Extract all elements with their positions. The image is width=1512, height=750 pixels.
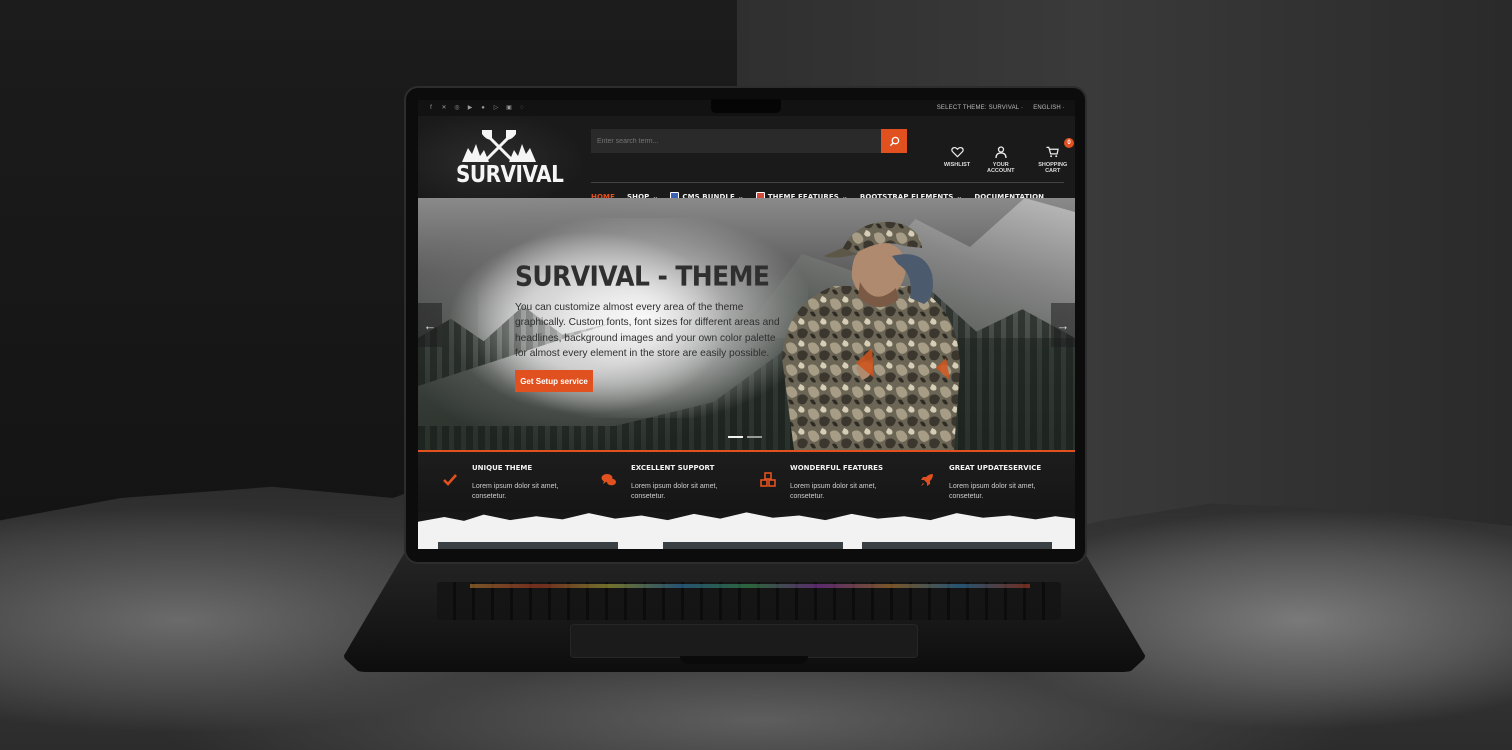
language-selector[interactable]: ENGLISH · <box>1033 105 1065 111</box>
features-strip: UNIQUE THEME Lorem ipsum dolor sit amet,… <box>418 450 1075 512</box>
cart-label: SHOPPING CART <box>1038 162 1068 174</box>
header-actions: WISHLIST YOUR ACCOUNT SHOPPING CART 0 <box>943 138 1075 174</box>
laptop-trackpad <box>570 624 918 658</box>
hero-title: SURVIVAL - THEME <box>515 260 770 292</box>
feature-text: Lorem ipsum dolor sit amet, consetetur. <box>631 483 718 500</box>
facebook-icon[interactable]: f <box>428 105 434 111</box>
google-play-icon[interactable]: ▷ <box>493 105 499 111</box>
feature-text: Lorem ipsum dolor sit amet, consetetur. <box>949 483 1036 500</box>
search-icon <box>889 136 899 146</box>
account-label: YOUR ACCOUNT <box>986 162 1015 174</box>
product-card[interactable] <box>438 542 618 549</box>
product-cards-peek <box>438 542 1058 549</box>
search-input[interactable] <box>591 129 881 153</box>
rocket-icon <box>921 474 933 486</box>
arrow-right-icon: → <box>1056 317 1070 333</box>
cubes-icon <box>760 472 776 487</box>
logo-wordmark: SURVIVAL <box>456 160 564 188</box>
instagram-icon[interactable]: ◎ <box>454 105 460 111</box>
product-card[interactable] <box>663 542 843 549</box>
wishlist-label: WISHLIST <box>943 162 971 168</box>
user-icon <box>995 146 1007 158</box>
checkmark-icon <box>443 474 457 486</box>
slider-dots <box>728 436 762 438</box>
theme-selector[interactable]: SELECT THEME: SURVIVAL · <box>937 105 1024 111</box>
x-icon[interactable]: ✕ <box>441 105 447 111</box>
camera-notch <box>711 99 781 113</box>
hero-model-image <box>782 221 960 450</box>
slider-next-button[interactable]: → <box>1051 303 1075 347</box>
feature-title: WONDERFUL FEATURES <box>790 464 883 472</box>
hero-description: You can customize almost every area of t… <box>515 302 780 360</box>
twitch-icon[interactable]: ▣ <box>506 105 512 111</box>
feature-text: Lorem ipsum dolor sit amet, consetetur. <box>472 483 559 500</box>
site-header: SURVIVAL WISHLIST <box>418 116 1075 201</box>
slider-dot[interactable] <box>728 436 743 438</box>
apple-icon[interactable]: ● <box>480 105 486 111</box>
website-screen: f ✕ ◎ ▶ ● ▷ ▣ ◌ SELECT THEME: SURVIVAL ·… <box>418 100 1075 549</box>
chat-bubbles-icon <box>601 474 616 486</box>
feature-text: Lorem ipsum dolor sit amet, consetetur. <box>790 483 877 500</box>
arrow-left-icon: ← <box>423 317 437 333</box>
keyboard-reflection <box>470 584 1030 588</box>
get-setup-service-button[interactable]: Get Setup service <box>515 370 593 392</box>
crossed-axes-icon <box>462 130 536 162</box>
cart-count-badge: 0 <box>1064 138 1074 148</box>
hero-slider: SURVIVAL - THEME You can customize almos… <box>418 198 1075 450</box>
slider-dot[interactable] <box>747 436 762 438</box>
product-card[interactable] <box>862 542 1052 549</box>
wishlist-button[interactable]: WISHLIST <box>943 146 971 174</box>
feature-title: EXCELLENT SUPPORT <box>631 464 715 472</box>
site-logo[interactable]: SURVIVAL <box>456 128 564 188</box>
feature-title: GREAT UPDATESERVICE <box>949 464 1042 472</box>
heart-icon <box>950 146 964 158</box>
feature-title: UNIQUE THEME <box>472 464 533 472</box>
youtube-icon[interactable]: ▶ <box>467 105 473 111</box>
slider-prev-button[interactable]: ← <box>418 303 442 347</box>
header-divider <box>591 182 1064 183</box>
search-bar <box>591 129 907 153</box>
cart-button[interactable]: SHOPPING CART 0 <box>1030 138 1075 174</box>
whatsapp-icon[interactable]: ◌ <box>519 105 525 111</box>
social-links: f ✕ ◎ ▶ ● ▷ ▣ ◌ <box>428 105 525 111</box>
laptop-hinge-notch <box>680 656 808 664</box>
cart-icon <box>1046 146 1060 158</box>
search-button[interactable] <box>881 129 907 153</box>
account-button[interactable]: YOUR ACCOUNT <box>979 146 1022 174</box>
